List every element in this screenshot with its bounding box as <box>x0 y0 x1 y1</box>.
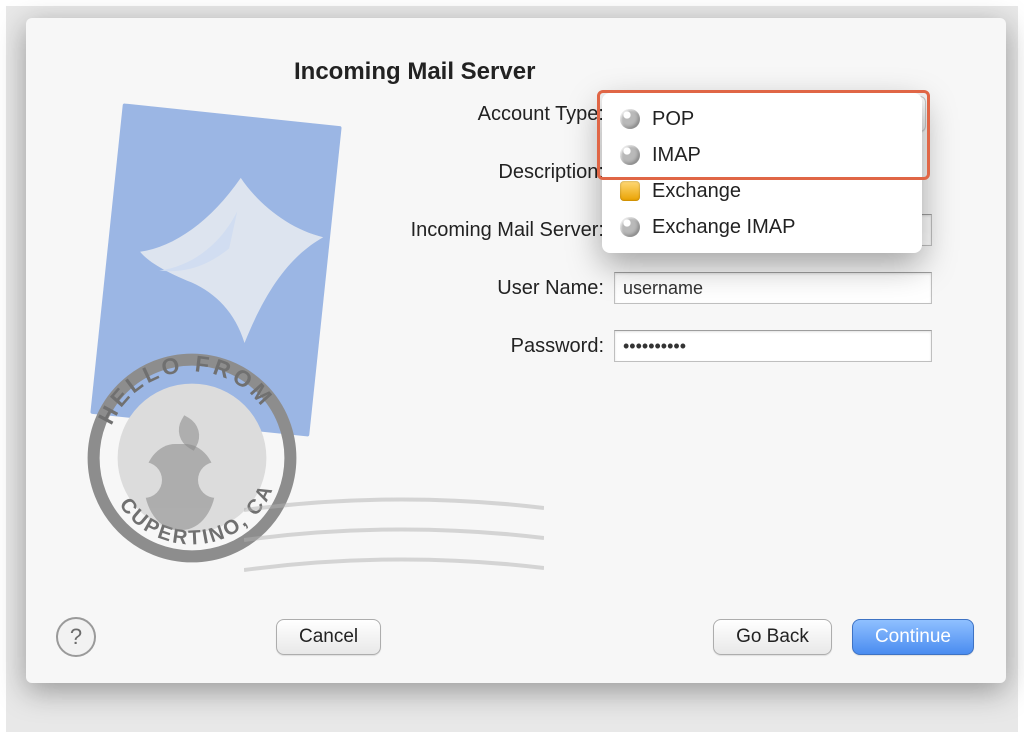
user-name-label: User Name: <box>346 277 614 300</box>
globe-icon <box>620 217 640 237</box>
option-label: POP <box>652 108 694 131</box>
continue-button[interactable]: Continue <box>852 619 974 655</box>
account-type-option-exchange[interactable]: Exchange <box>602 173 922 209</box>
password-label: Password: <box>346 335 614 358</box>
incoming-server-label: Incoming Mail Server: <box>346 219 614 242</box>
setup-sheet: HELLO FROM CUPERTINO, CA Incoming Mail S… <box>26 18 1006 683</box>
description-label: Description: <box>346 161 614 184</box>
sheet-buttons: Cancel Go Back Continue <box>26 619 1006 655</box>
mail-illustration: HELLO FROM CUPERTINO, CA <box>64 90 354 560</box>
option-label: Exchange IMAP <box>652 216 795 239</box>
user-name-field[interactable] <box>614 272 932 304</box>
sheet-title: Incoming Mail Server <box>294 58 535 86</box>
stamp-image <box>90 103 341 436</box>
postmark-lines-icon <box>244 490 544 610</box>
password-field[interactable] <box>614 330 932 362</box>
globe-icon <box>620 109 640 129</box>
cancel-button[interactable]: Cancel <box>276 619 381 655</box>
window: Accounts HELL <box>0 0 1024 738</box>
go-back-button[interactable]: Go Back <box>713 619 832 655</box>
globe-icon <box>620 145 640 165</box>
option-label: Exchange <box>652 180 741 203</box>
account-type-label: Account Type: <box>346 103 614 126</box>
account-type-option-imap[interactable]: IMAP <box>602 137 922 173</box>
exchange-icon <box>620 181 640 201</box>
account-type-option-exchange-imap[interactable]: Exchange IMAP <box>602 209 922 245</box>
help-button[interactable]: ? <box>56 617 96 657</box>
account-type-menu: POP IMAP Exchange Exchange IMAP <box>602 93 922 253</box>
eagle-icon <box>116 145 342 386</box>
option-label: IMAP <box>652 144 701 167</box>
account-type-option-pop[interactable]: POP <box>602 101 922 137</box>
